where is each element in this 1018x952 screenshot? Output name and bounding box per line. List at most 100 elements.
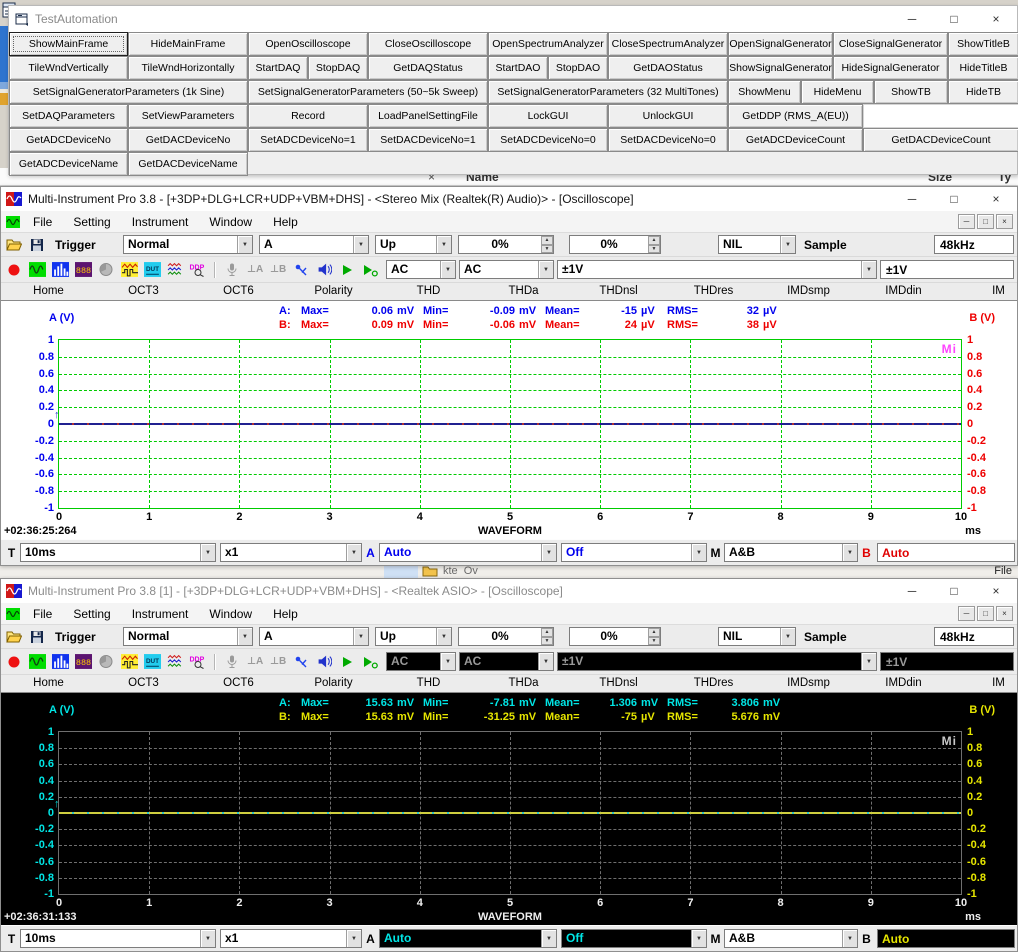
button-setadcdeviceno1[interactable]: SetADCDeviceNo=1: [248, 128, 368, 152]
tab-thdres[interactable]: THDres: [666, 675, 761, 692]
chevron-down-icon[interactable]: ▼: [200, 544, 215, 561]
restore-button[interactable]: □: [977, 606, 994, 621]
overlay-combobox[interactable]: Off▼: [561, 543, 707, 562]
spinner-arrows-icon[interactable]: ▲▼: [541, 236, 553, 253]
timebase-combobox[interactable]: 10ms▼: [20, 929, 216, 948]
chevron-down-icon[interactable]: ▼: [541, 544, 556, 561]
button-hidetitleb[interactable]: HideTitleB: [948, 56, 1018, 80]
restore-button[interactable]: □: [933, 187, 975, 211]
menu-instrument[interactable]: Instrument: [123, 215, 198, 229]
button-closespectrumanalyzer[interactable]: CloseSpectrumAnalyzer: [608, 32, 728, 56]
signal-generator-icon[interactable]: [119, 261, 139, 278]
tab-oct3[interactable]: OCT3: [96, 283, 191, 300]
trigger-delay-spinner[interactable]: 0%▲▼: [569, 627, 661, 646]
button-hidemainframe[interactable]: HideMainFrame: [128, 32, 248, 56]
button-showtb[interactable]: ShowTB: [874, 80, 948, 104]
menu-help[interactable]: Help: [264, 215, 307, 229]
save-icon[interactable]: [27, 236, 47, 253]
menu-setting[interactable]: Setting: [64, 215, 119, 229]
tab-thdres[interactable]: THDres: [666, 283, 761, 300]
trigger-frequency-combobox[interactable]: NIL▼: [718, 627, 796, 646]
save-icon[interactable]: [27, 628, 47, 645]
derived-data-icon[interactable]: [165, 261, 185, 278]
restore-button[interactable]: □: [977, 214, 994, 229]
chevron-down-icon[interactable]: ▼: [353, 628, 368, 645]
button-stopdaq[interactable]: StopDAQ: [308, 56, 368, 80]
button-closeoscilloscope[interactable]: CloseOscilloscope: [368, 32, 488, 56]
tab-polarity[interactable]: Polarity: [286, 283, 381, 300]
button-showmenu[interactable]: ShowMenu: [728, 80, 801, 104]
button-openspectrumanalyzer[interactable]: OpenSpectrumAnalyzer: [488, 32, 608, 56]
trigger-frequency-combobox[interactable]: NIL▼: [718, 235, 796, 254]
mix-combobox[interactable]: A&B▼: [724, 929, 858, 948]
trigger-edge-combobox[interactable]: Up▼: [375, 235, 452, 254]
spectrum-analyzer-icon[interactable]: [50, 653, 70, 670]
button-showtitleb[interactable]: ShowTitleB: [948, 32, 1018, 56]
tab-polarity[interactable]: Polarity: [286, 675, 381, 692]
button-startdaq[interactable]: StartDAQ: [248, 56, 308, 80]
channel-b-coupling-combobox[interactable]: AC▼: [459, 260, 554, 279]
tab-imddin[interactable]: IMDdin: [856, 675, 951, 692]
button-tilewndvertically[interactable]: TileWndVertically: [9, 56, 128, 80]
chevron-down-icon[interactable]: ▼: [200, 930, 215, 947]
close-button[interactable]: ×: [975, 187, 1017, 211]
button-getdacdevicename[interactable]: GetDACDeviceName: [128, 152, 248, 176]
oscilloscope-icon[interactable]: [27, 261, 47, 278]
trigger-delay-spinner[interactable]: 0%▲▼: [569, 235, 661, 254]
tab-im[interactable]: IM: [951, 675, 1017, 692]
counter-icon[interactable]: [291, 653, 311, 670]
button-setsignalgeneratorparameters-32-multitones[interactable]: SetSignalGeneratorParameters (32 MultiTo…: [488, 80, 728, 104]
spectrum-3d-plot-icon[interactable]: [96, 261, 116, 278]
spinner-arrows-icon[interactable]: ▲▼: [648, 628, 660, 645]
menu-file[interactable]: File: [24, 215, 61, 229]
minimize-button[interactable]: ─: [958, 214, 975, 229]
chevron-down-icon[interactable]: ▼: [780, 236, 795, 253]
button-unlockgui[interactable]: UnlockGUI: [608, 104, 728, 128]
chevron-down-icon[interactable]: ▼: [440, 653, 455, 670]
open-folder-icon[interactable]: [4, 236, 24, 253]
close-button[interactable]: ×: [996, 214, 1013, 229]
button-getadcdevicename[interactable]: GetADCDeviceName: [9, 152, 128, 176]
device-test-plan-icon[interactable]: DUT: [142, 261, 162, 278]
button-hidemenu[interactable]: HideMenu: [801, 80, 874, 104]
input-device-icon[interactable]: [222, 653, 242, 670]
button-hidesignalgenerator[interactable]: HideSignalGenerator: [833, 56, 948, 80]
button-setsignalgeneratorparameters-505k-sweep[interactable]: SetSignalGeneratorParameters (50~5k Swee…: [248, 80, 488, 104]
mix-combobox[interactable]: A&B▼: [724, 543, 858, 562]
button-getddp-rms-aeu[interactable]: GetDDP (RMS_A(EU)): [728, 104, 863, 128]
signal-generator-icon[interactable]: [119, 653, 139, 670]
button-getdacdeviceno[interactable]: GetDACDeviceNo: [128, 128, 248, 152]
button-getdacdevicecount[interactable]: GetDACDeviceCount: [863, 128, 1018, 152]
record-icon[interactable]: [4, 653, 24, 670]
tab-thd[interactable]: THD: [381, 675, 476, 692]
chevron-down-icon[interactable]: ▼: [436, 628, 451, 645]
chevron-down-icon[interactable]: ▼: [861, 261, 876, 278]
button-showsignalgenerator[interactable]: ShowSignalGenerator: [728, 56, 833, 80]
chevron-down-icon[interactable]: ▼: [237, 236, 252, 253]
chevron-down-icon[interactable]: ▼: [842, 544, 857, 561]
button-tilewndhorizontally[interactable]: TileWndHorizontally: [128, 56, 248, 80]
button-record[interactable]: Record: [248, 104, 368, 128]
spectrum-analyzer-icon[interactable]: [50, 261, 70, 278]
button-getdaostatus[interactable]: GetDAOStatus: [608, 56, 728, 80]
run-icon[interactable]: [337, 261, 357, 278]
counter-icon[interactable]: [291, 261, 311, 278]
button-setadcdeviceno0[interactable]: SetADCDeviceNo=0: [488, 128, 608, 152]
chevron-down-icon[interactable]: ▼: [440, 261, 455, 278]
chevron-down-icon[interactable]: ▼: [538, 653, 553, 670]
button-setdacdeviceno1[interactable]: SetDACDeviceNo=1: [368, 128, 488, 152]
chevron-down-icon[interactable]: ▼: [780, 628, 795, 645]
close-button[interactable]: ×: [996, 606, 1013, 621]
button-lockgui[interactable]: LockGUI: [488, 104, 608, 128]
tab-oct3[interactable]: OCT3: [96, 675, 191, 692]
trigger-mode-combobox[interactable]: Normal▼: [123, 627, 253, 646]
probe-b-icon[interactable]: ⊥B: [268, 261, 288, 278]
multiplier-combobox[interactable]: x1▼: [220, 543, 362, 562]
menu-instrument[interactable]: Instrument: [123, 607, 198, 621]
tab-imdsmp[interactable]: IMDsmp: [761, 283, 856, 300]
chevron-down-icon[interactable]: ▼: [346, 930, 361, 947]
multimeter-icon[interactable]: 888: [73, 261, 93, 278]
close-button[interactable]: ×: [975, 579, 1017, 603]
channel-a-coupling-combobox[interactable]: AC▼: [386, 260, 456, 279]
button-setdaqparameters[interactable]: SetDAQParameters: [9, 104, 128, 128]
